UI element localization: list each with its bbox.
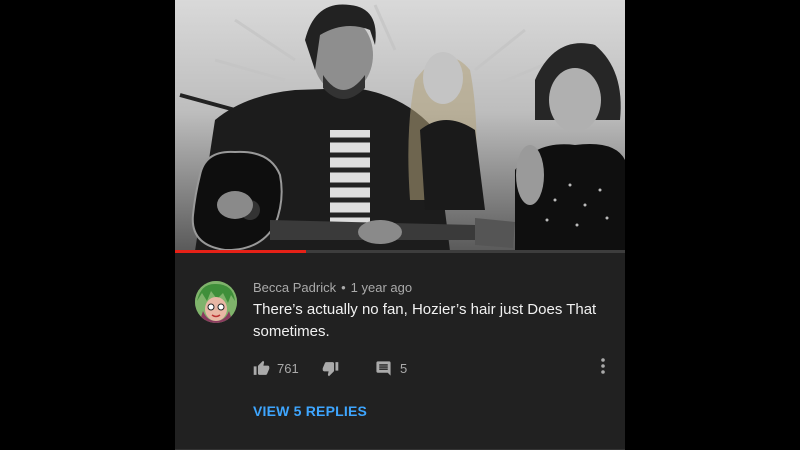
meta-separator: • xyxy=(341,280,346,295)
comment-meta: Becca Padrick • 1 year ago xyxy=(253,280,412,295)
video-player[interactable] xyxy=(175,0,625,251)
comment-author[interactable]: Becca Padrick xyxy=(253,280,336,295)
view-replies-link[interactable]: VIEW 5 REPLIES xyxy=(253,403,367,419)
reply-button[interactable]: 5 xyxy=(375,356,407,380)
more-vertical-icon xyxy=(601,357,605,379)
reply-count: 5 xyxy=(400,360,408,376)
comment-icon xyxy=(375,360,392,377)
comment-thread: Becca Padrick • 1 year ago There’s actuall… xyxy=(175,253,625,450)
like-count: 761 xyxy=(277,360,299,376)
youtube-mobile-screen: Becca Padrick • 1 year ago There’s actuall… xyxy=(175,0,625,450)
comment-actions: 761 5 xyxy=(253,356,613,380)
comment-time[interactable]: 1 year ago xyxy=(351,280,412,295)
video-frame xyxy=(179,4,625,251)
thumbs-up-icon xyxy=(253,360,270,377)
comment-text: There’s actually no fan, Hozier’s hair j… xyxy=(253,301,597,340)
more-options-button[interactable] xyxy=(597,356,609,380)
avatar[interactable] xyxy=(195,281,237,323)
avatar-illustration xyxy=(195,281,237,323)
thumbs-down-icon xyxy=(322,360,339,377)
like-button[interactable]: 761 xyxy=(253,356,299,380)
dislike-button[interactable] xyxy=(322,356,339,380)
